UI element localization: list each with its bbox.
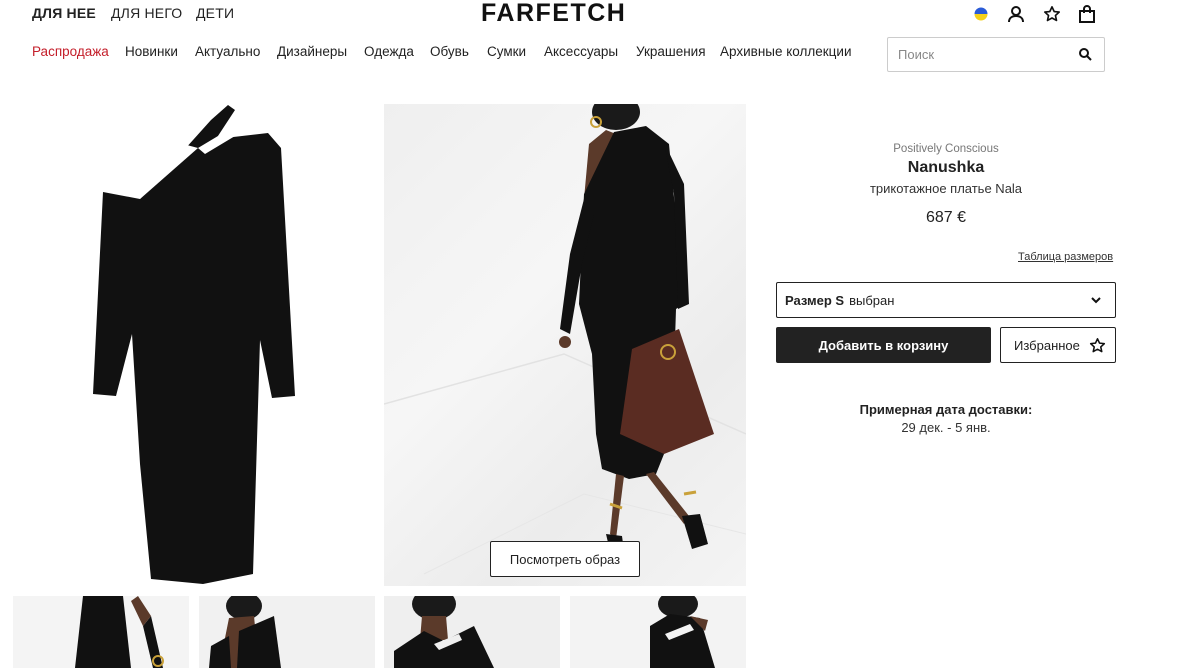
nav-shoes[interactable]: Обувь — [430, 44, 469, 59]
product-name: трикотажное платье Nala — [869, 181, 1023, 196]
size-select-state: выбран — [849, 292, 895, 308]
product-image-main[interactable] — [13, 104, 375, 586]
thumbnail-1[interactable] — [13, 596, 189, 668]
top-header: ДЛЯ НЕЕ ДЛЯ НЕГО ДЕТИ FARFETCH — [0, 0, 1200, 28]
farfetch-logo[interactable]: FARFETCH — [481, 0, 626, 28]
view-look-button[interactable]: Посмотреть образ — [490, 541, 640, 577]
nav-designers[interactable]: Дизайнеры — [277, 44, 347, 59]
delivery-label: Примерная дата доставки: — [859, 402, 1033, 417]
wishlist-button[interactable]: Избранное — [1000, 327, 1116, 363]
size-select-label: Размер S — [785, 292, 845, 308]
nav-accessories[interactable]: Аксессуары — [544, 44, 618, 59]
nav-sale[interactable]: Распродажа — [32, 44, 109, 59]
product-image-model[interactable]: Посмотреть образ — [384, 104, 746, 586]
nav-jewelry[interactable]: Украшения — [636, 44, 706, 59]
nav-bags[interactable]: Сумки — [487, 44, 526, 59]
nav-new[interactable]: Новинки — [125, 44, 178, 59]
add-to-cart-button[interactable]: Добавить в корзину — [776, 327, 991, 363]
shopping-bag-icon[interactable] — [1076, 3, 1098, 25]
star-icon[interactable] — [1041, 3, 1063, 25]
gender-tab-men[interactable]: ДЛЯ НЕГО — [111, 5, 182, 21]
delivery-estimate: Примерная дата доставки: 29 дек. - 5 янв… — [776, 402, 1116, 435]
nav-archive[interactable]: Архивные коллекции — [720, 44, 852, 59]
gender-tab-women[interactable]: ДЛЯ НЕЕ — [32, 5, 96, 21]
star-icon — [1089, 337, 1106, 354]
ukraine-flag-icon[interactable] — [970, 3, 992, 25]
user-icon[interactable] — [1005, 3, 1027, 25]
size-select[interactable]: Размер S выбран — [776, 282, 1116, 318]
nav-clothing[interactable]: Одежда — [364, 44, 414, 59]
product-price: 687 € — [925, 209, 967, 226]
thumbnail-4[interactable] — [570, 596, 746, 668]
product-info: Positively Conscious Nanushka трикотажно… — [776, 140, 1116, 227]
thumbnail-2[interactable] — [199, 596, 375, 668]
nav-trending[interactable]: Актуально — [195, 44, 260, 59]
product-brand[interactable]: Nanushka — [776, 159, 1116, 177]
search-box — [887, 37, 1105, 72]
size-chart-link[interactable]: Таблица размеров — [1018, 251, 1113, 263]
chevron-down-icon — [1089, 293, 1103, 307]
sustainability-tag[interactable]: Positively Conscious — [776, 143, 1116, 155]
thumbnail-3[interactable] — [384, 596, 560, 668]
search-icon[interactable] — [1078, 47, 1094, 63]
wishlist-label: Избранное — [1014, 337, 1080, 353]
search-input[interactable] — [888, 38, 1068, 71]
gender-tab-kids[interactable]: ДЕТИ — [196, 5, 234, 21]
delivery-dates: 29 дек. - 5 янв. — [901, 420, 991, 435]
